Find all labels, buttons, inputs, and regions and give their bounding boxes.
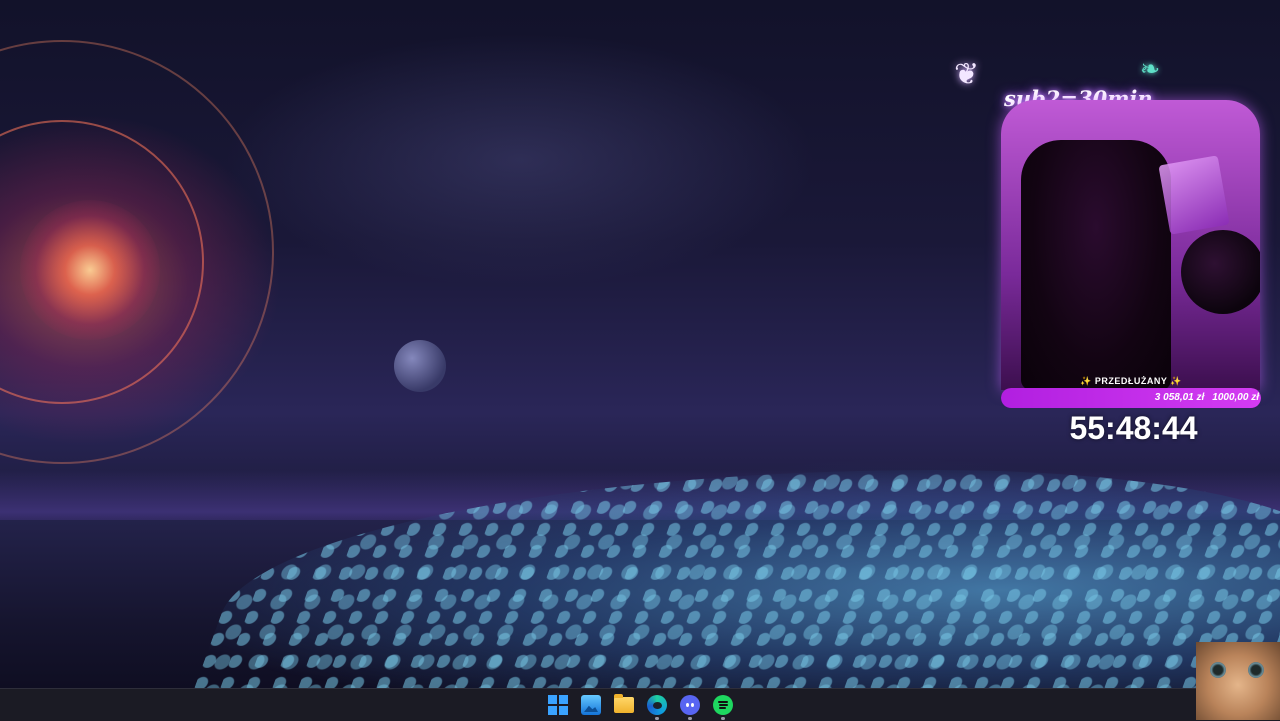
wallpaper-glowing-orb xyxy=(20,200,160,340)
windows-start-icon[interactable] xyxy=(548,695,568,715)
discord-icon[interactable] xyxy=(680,695,700,720)
webcam-microphone xyxy=(1181,230,1260,314)
streamer-webcam xyxy=(1001,100,1260,390)
file-explorer-icon[interactable] xyxy=(614,694,634,713)
donation-goal-values: 3 058,01 zł 1000,00 zł xyxy=(1155,388,1259,408)
butterfly-icon: ❦ xyxy=(954,58,980,91)
photos-icon[interactable] xyxy=(581,695,601,715)
cat-eye-right xyxy=(1248,662,1264,678)
donation-goal-bar: ✨ PRZEDŁUŻANY ✨ 3 058,01 zł 1000,00 zł xyxy=(1001,376,1261,410)
webcam-shelf xyxy=(1158,155,1230,235)
wallpaper-moon xyxy=(394,340,446,392)
cat-eye-left xyxy=(1210,662,1226,678)
edge-icon[interactable] xyxy=(647,695,667,720)
stream-timer: 55:48:44 xyxy=(1069,410,1198,446)
butterfly-icon: ❧ xyxy=(1140,56,1161,83)
donation-goal-amount: 1000,00 zł xyxy=(1212,392,1259,403)
donation-current-amount: 3 058,01 zł xyxy=(1154,392,1205,403)
taskbar-icons xyxy=(548,694,733,720)
cat-image xyxy=(1196,642,1280,720)
webcam-chair xyxy=(1021,140,1171,390)
spotify-icon[interactable] xyxy=(713,695,733,720)
donation-goal-label: ✨ PRZEDŁUŻANY ✨ xyxy=(1080,376,1182,386)
taskbar xyxy=(0,688,1280,721)
